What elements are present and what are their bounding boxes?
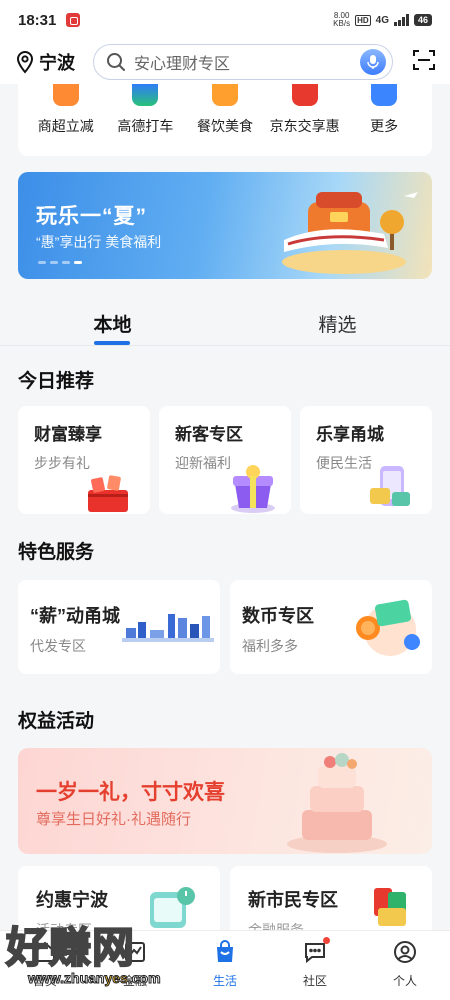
home-icon: [35, 941, 55, 962]
activity-subtitle: 尊享生日好礼·礼遇随行: [36, 811, 191, 828]
card-title: 财富臻享: [34, 425, 102, 444]
recommend-card-new-customer[interactable]: 新客专区 迎新福利: [159, 406, 291, 514]
recommend-card-city-life[interactable]: 乐享甬城 便民生活: [300, 406, 432, 514]
calendar-clock-icon: [150, 887, 195, 928]
location-label: 宁波: [39, 53, 75, 73]
tab-label: 金融: [122, 974, 147, 988]
quick-entry-list: 商超立减 高德打车 餐饮美食 京东交享惠 更多: [18, 84, 432, 136]
jd-dog-icon: [291, 84, 318, 106]
quick-entry-label: 高德打车: [117, 118, 174, 134]
status-bar: 18:31 8.00 KB/s HD 4G 46: [0, 0, 450, 40]
service-card-payroll[interactable]: “薪”动甬城 代发专区: [18, 580, 220, 674]
discount-tag-icon: [52, 84, 79, 106]
tab-label: 首页: [32, 974, 57, 988]
location-pin-icon: [16, 50, 34, 74]
quick-entry-label: 商超立减: [37, 118, 94, 134]
battery-icon: 46: [413, 14, 432, 26]
user-icon: [394, 941, 416, 963]
hd-icon: HD: [355, 14, 371, 26]
phone-coupon-icon: [370, 466, 410, 506]
card-title: 新客专区: [175, 425, 243, 444]
section-title-special: 特色服务: [18, 542, 95, 563]
quick-entry-jd[interactable]: 京东交享惠: [265, 84, 345, 136]
banner-subtitle: “惠”享出行 美食福利: [36, 234, 162, 250]
travel-suitcase-train-illustration: [282, 192, 418, 274]
tab-life[interactable]: 生活: [180, 931, 270, 1000]
clock: 18:31: [18, 11, 57, 29]
tab-featured[interactable]: 精选: [225, 296, 450, 345]
promo-banner[interactable]: 玩乐一“夏” “惠”享出行 美食福利: [18, 172, 432, 279]
fork-knife-icon: [211, 84, 238, 106]
coin-hand-card-icon: [356, 599, 420, 656]
more-dots-icon: [371, 84, 398, 106]
quick-entry-label: 更多: [370, 118, 399, 134]
search-placeholder: 安心理财专区: [134, 56, 231, 73]
chart-icon: [125, 942, 145, 962]
card-title: 乐享甬城: [316, 425, 384, 444]
quick-entry-card: 商超立减 高德打车 餐饮美食 京东交享惠 更多: [18, 84, 432, 156]
section-title-today: 今日推荐: [18, 371, 95, 392]
quick-entry-label: 京东交享惠: [269, 118, 340, 134]
scan-button[interactable]: [412, 48, 436, 77]
tab-home[interactable]: 首页: [0, 931, 90, 1000]
content-tabs: 本地 精选: [0, 296, 450, 346]
signal-icon: [393, 14, 409, 26]
gift-basket-icon: [88, 475, 128, 512]
activity-title: 一岁一礼，寸寸欢喜: [36, 781, 225, 804]
service-card-digital-currency[interactable]: 数币专区 福利多多: [230, 580, 432, 674]
voice-search-button[interactable]: [360, 49, 386, 75]
house-key-icon: [374, 888, 406, 926]
banner-title: 玩乐一“夏”: [36, 205, 147, 228]
notification-app-icon: [66, 13, 81, 27]
section-title-benefits: 权益活动: [18, 711, 95, 732]
notification-badge: [323, 937, 330, 944]
location-selector[interactable]: 宁波: [14, 49, 75, 75]
status-indicators: 8.00 KB/s HD 4G 46: [333, 12, 432, 28]
quick-entry-taxi[interactable]: 高德打车: [106, 84, 186, 136]
tab-label: 个人: [392, 974, 417, 988]
search-input[interactable]: 安心理财专区: [93, 44, 393, 80]
network-type: 4G: [375, 14, 389, 26]
microphone-icon: [367, 55, 379, 69]
quick-entry-market[interactable]: 商超立减: [26, 84, 106, 136]
quick-entry-food[interactable]: 餐饮美食: [185, 84, 265, 136]
top-header: 宁波 安心理财专区: [0, 40, 450, 84]
recommend-card-wealth[interactable]: 财富臻享 步步有礼: [18, 406, 150, 514]
quick-entry-more[interactable]: 更多: [344, 84, 424, 136]
birthday-activity-banner[interactable]: 一岁一礼，寸寸欢喜 尊享生日好礼·礼遇随行: [18, 748, 432, 854]
tab-finance[interactable]: 金融: [90, 931, 180, 1000]
tab-community[interactable]: 社区: [270, 931, 360, 1000]
quick-entry-label: 餐饮美食: [196, 118, 253, 134]
city-skyline-icon: [122, 614, 214, 642]
speed-unit: KB/s: [333, 19, 351, 28]
navigation-arrow-icon: [132, 84, 159, 106]
shopping-bag-icon: [217, 940, 233, 962]
birthday-cake-icon: [287, 753, 387, 853]
network-speed: 8.00 KB/s: [333, 12, 350, 28]
search-icon: [107, 53, 125, 71]
tab-profile[interactable]: 个人: [360, 931, 450, 1000]
tab-label: 生活: [212, 974, 237, 988]
tab-label: 社区: [302, 974, 327, 988]
banner-pagination: [38, 261, 82, 264]
gift-box-icon: [231, 465, 275, 513]
scan-icon: [413, 49, 435, 70]
tab-local[interactable]: 本地: [0, 296, 225, 345]
bottom-tab-bar: 首页 金融 生活 社区 个人: [0, 930, 450, 1000]
